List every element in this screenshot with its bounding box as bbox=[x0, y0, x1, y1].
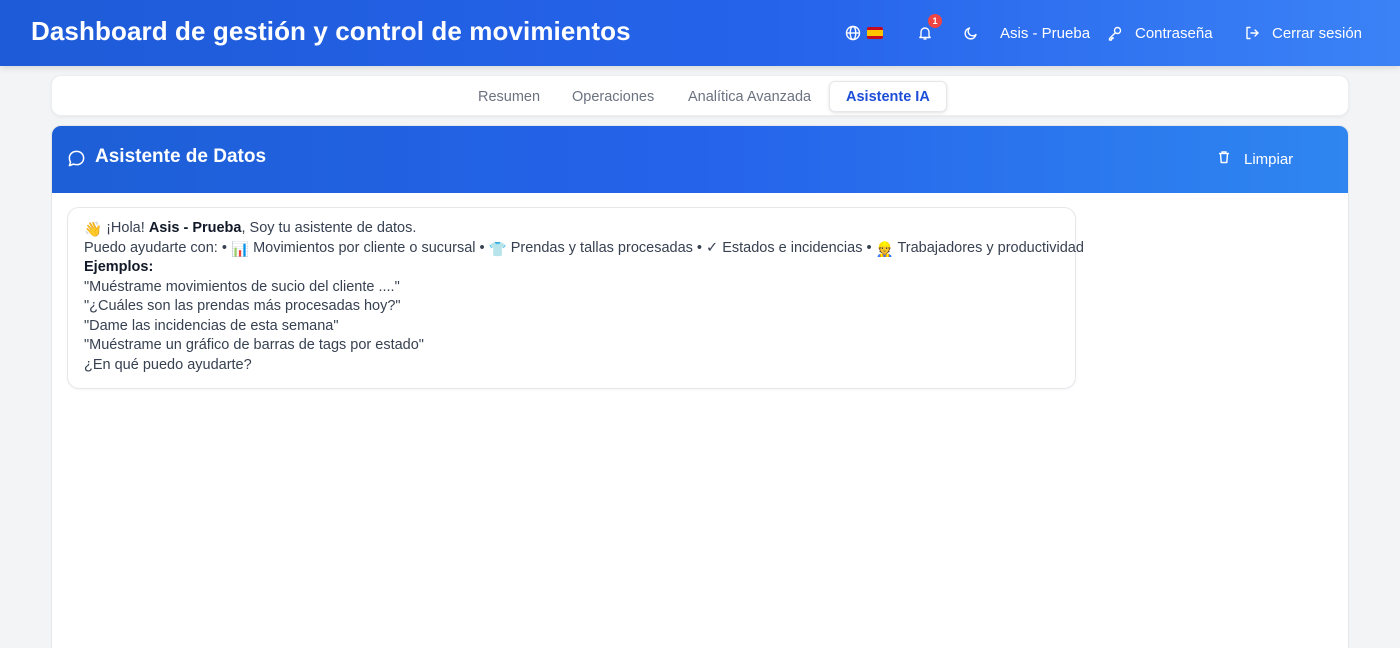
logout-button[interactable]: Cerrar sesión bbox=[1244, 0, 1362, 66]
tab-operaciones[interactable]: Operaciones bbox=[556, 81, 670, 112]
greeting-line: 👋 ¡Hola! Asis - Prueba, Soy tu asistente… bbox=[84, 219, 416, 240]
waving-hand-icon: 👋 bbox=[84, 222, 103, 238]
capability-workers: Trabajadores y productividad bbox=[897, 240, 1084, 256]
assistant-panel: Asistente de Datos Limpiar 👋 ¡Hola! Asis… bbox=[51, 125, 1349, 648]
example-item: "Muéstrame un gráfico de barras de tags … bbox=[84, 337, 424, 353]
closing-question: ¿En qué puedo ayudarte? bbox=[84, 357, 252, 373]
capability-states: ✓ Estados e incidencias • bbox=[706, 240, 872, 256]
moon-icon bbox=[963, 25, 979, 41]
notification-count-badge: 1 bbox=[928, 14, 942, 28]
logout-label: Cerrar sesión bbox=[1272, 24, 1363, 42]
top-header: Dashboard de gestión y control de movimi… bbox=[0, 0, 1400, 66]
tab-resumen[interactable]: Resumen bbox=[462, 81, 556, 112]
logout-icon bbox=[1244, 25, 1260, 41]
example-item: "¿Cuáles son las prendas más procesadas … bbox=[84, 298, 401, 314]
tab-bar: Resumen Operaciones Analítica Avanzada A… bbox=[51, 75, 1349, 116]
examples-label: Ejemplos: bbox=[84, 259, 154, 275]
spain-flag-icon bbox=[867, 27, 883, 39]
notifications-button[interactable] bbox=[917, 0, 933, 66]
bar-chart-icon: 📊 bbox=[230, 242, 250, 258]
capabilities-intro: Puedo ayudarte con: • bbox=[84, 240, 227, 256]
assistant-message-bubble: 👋 ¡Hola! Asis - Prueba, Soy tu asistente… bbox=[67, 207, 1084, 389]
change-password-label: Contraseña bbox=[1135, 24, 1213, 42]
assistant-title: Asistente de Datos bbox=[95, 146, 267, 167]
worker-icon: 👷 bbox=[875, 242, 894, 258]
greeting-suffix: , Soy tu asistente de datos. bbox=[241, 220, 417, 236]
capability-movements: Movimientos por cliente o sucursal • bbox=[253, 240, 485, 256]
clear-chat-label: Limpiar bbox=[1244, 150, 1294, 168]
capability-garments: Prendas y tallas procesadas • bbox=[510, 240, 702, 256]
assistant-panel-header: Asistente de Datos Limpiar bbox=[52, 126, 1348, 193]
app-title: Dashboard de gestión y control de movimi… bbox=[31, 16, 631, 46]
language-selector[interactable] bbox=[845, 0, 883, 66]
clear-chat-button[interactable]: Limpiar bbox=[1202, 141, 1307, 177]
tab-asistente-ia[interactable]: Asistente IA bbox=[829, 81, 947, 112]
change-password-button[interactable]: Contraseña bbox=[1107, 0, 1213, 66]
example-item: "Muéstrame movimientos de sucio del clie… bbox=[84, 279, 400, 295]
trash-icon bbox=[1216, 149, 1244, 169]
user-name: Asis - Prueba bbox=[1000, 24, 1091, 42]
theme-toggle-button[interactable] bbox=[963, 0, 979, 66]
chat-bubble-icon bbox=[67, 149, 86, 173]
bell-icon bbox=[917, 25, 933, 41]
capabilities-line: Puedo ayudarte con: • 📊 Movimientos por … bbox=[84, 239, 1084, 260]
shirt-icon: 👕 bbox=[488, 242, 507, 258]
key-icon bbox=[1107, 25, 1123, 41]
greeting-prefix: ¡Hola! bbox=[106, 220, 149, 236]
greeting-user-name: Asis - Prueba bbox=[148, 220, 242, 236]
example-item: "Dame las incidencias de esta semana" bbox=[84, 318, 339, 334]
tab-analitica-avanzada[interactable]: Analítica Avanzada bbox=[672, 81, 827, 112]
globe-icon bbox=[845, 25, 861, 41]
